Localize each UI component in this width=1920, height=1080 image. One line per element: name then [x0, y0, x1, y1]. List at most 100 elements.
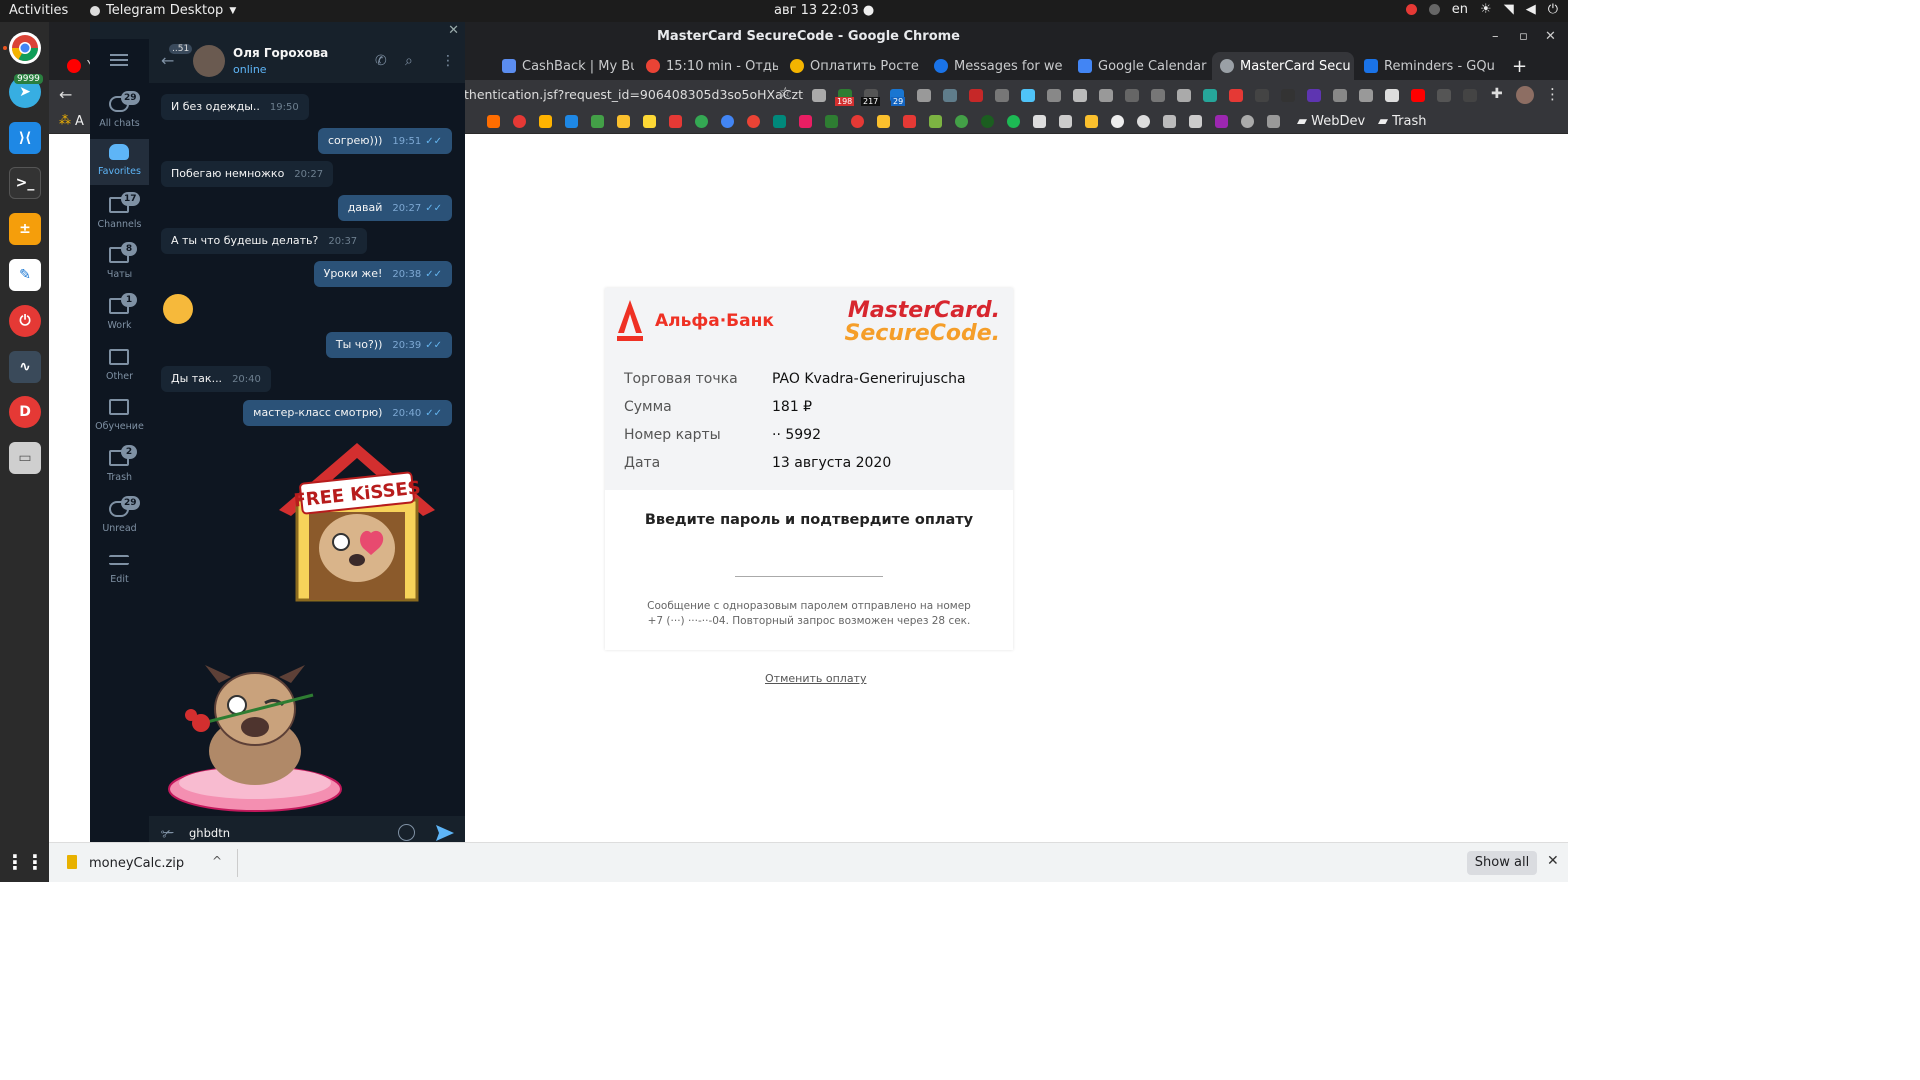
- volume-icon[interactable]: ◀: [1526, 2, 1536, 17]
- extension-icon[interactable]: [1307, 89, 1321, 102]
- folder-trash[interactable]: 2 Trash: [90, 445, 149, 495]
- send-icon[interactable]: [435, 823, 455, 843]
- bookmark-icon[interactable]: [773, 115, 786, 128]
- chrome-icon[interactable]: [9, 32, 41, 64]
- power-menu-icon[interactable]: ⏻: [1548, 2, 1558, 17]
- bookmark-icon[interactable]: [565, 115, 578, 128]
- free-kisses-sticker[interactable]: FREE KiSSES: [275, 438, 439, 603]
- maximize-icon[interactable]: ▫: [1519, 22, 1528, 52]
- emoji-icon[interactable]: [398, 824, 415, 841]
- updates-icon[interactable]: [1428, 4, 1440, 15]
- system-monitor-icon[interactable]: ∿: [9, 351, 41, 383]
- tab-reminders[interactable]: Reminders - GQu✕: [1356, 52, 1496, 80]
- message-incoming[interactable]: Ды так... 20:40: [161, 366, 271, 392]
- dbeaver-icon[interactable]: D: [9, 396, 41, 428]
- extension-icon[interactable]: [1229, 89, 1243, 102]
- terminal-icon[interactable]: >_: [9, 167, 41, 199]
- message-input[interactable]: ghbdtn: [189, 826, 230, 840]
- drive-icon[interactable]: [617, 115, 630, 128]
- bookmark-icon[interactable]: [877, 115, 890, 128]
- message-incoming[interactable]: И без одежды.. 19:50: [161, 94, 309, 120]
- chevron-up-icon[interactable]: ^: [212, 854, 222, 868]
- maps-icon[interactable]: [747, 115, 760, 128]
- avatar[interactable]: [193, 45, 225, 77]
- folder-work[interactable]: 1 Work: [90, 293, 149, 343]
- extension-icon[interactable]: [1073, 89, 1087, 102]
- spotify-icon[interactable]: [1007, 115, 1020, 128]
- folder-favorites[interactable]: Favorites: [90, 139, 149, 185]
- extension-icon[interactable]: [1047, 89, 1061, 102]
- show-apps-icon[interactable]: ⋮⋮: [5, 846, 45, 878]
- contact-name[interactable]: Оля Горохова: [233, 46, 328, 60]
- extension-icon[interactable]: [1281, 89, 1295, 102]
- message-outgoing[interactable]: мастер-класс смотрю) 20:40 ✓✓: [243, 400, 452, 426]
- clock[interactable]: авг 13 22:03 ●: [774, 3, 874, 18]
- calculator-icon[interactable]: ±: [9, 213, 41, 245]
- message-incoming[interactable]: Побегаю немножко 20:27: [161, 161, 334, 187]
- github-icon[interactable]: [1111, 115, 1124, 128]
- message-outgoing[interactable]: согрею))) 19:51 ✓✓: [317, 128, 452, 154]
- bookmark-icon[interactable]: [929, 115, 942, 128]
- apps-grid-icon[interactable]: ⁂: [59, 113, 71, 127]
- message-outgoing[interactable]: давай 20:27 ✓✓: [337, 195, 452, 221]
- minimize-icon[interactable]: –: [1492, 22, 1499, 52]
- pocket-bookmark-icon[interactable]: [669, 115, 682, 128]
- vscode-icon[interactable]: ⟩⟨: [9, 122, 41, 154]
- bookmark-icon[interactable]: [1085, 115, 1098, 128]
- bookmark-icon[interactable]: [1137, 115, 1150, 128]
- folder-unread[interactable]: 29 Unread: [90, 496, 149, 546]
- pocket-icon[interactable]: [812, 89, 826, 102]
- extension-icon[interactable]: [1151, 89, 1165, 102]
- power-icon[interactable]: ⏻: [9, 305, 41, 337]
- bookmark-icon[interactable]: [851, 115, 864, 128]
- close-icon[interactable]: ✕: [448, 23, 459, 38]
- maps-icon[interactable]: [721, 115, 734, 128]
- star-icon[interactable]: ☆: [779, 85, 792, 101]
- bookmark-icon[interactable]: [1241, 115, 1254, 128]
- tab-timer[interactable]: 15:10 min - Отды✕: [638, 52, 778, 80]
- chrome-menu-icon[interactable]: ⋮: [1545, 85, 1560, 103]
- password-input[interactable]: [735, 576, 883, 577]
- bookmark-icon[interactable]: [955, 115, 968, 128]
- maps-icon[interactable]: [695, 115, 708, 128]
- more-menu-icon[interactable]: ⋮: [441, 53, 455, 69]
- hamburger-menu-icon[interactable]: [110, 54, 128, 66]
- app-menu[interactable]: Telegram Desktop ▼: [90, 3, 236, 18]
- extension-icon[interactable]: [1385, 89, 1399, 102]
- bookmark-icon[interactable]: [513, 115, 526, 128]
- cancel-payment-link[interactable]: Отменить оплату: [765, 672, 866, 685]
- extension-icon[interactable]: [1203, 89, 1217, 102]
- search-icon[interactable]: ⌕: [405, 53, 413, 69]
- files-icon[interactable]: ▭: [9, 442, 41, 474]
- brightness-icon[interactable]: ☀: [1480, 2, 1492, 17]
- extension-icon[interactable]: [995, 89, 1009, 102]
- cloud-icon[interactable]: [1099, 89, 1113, 102]
- youtube-ext-icon[interactable]: [1411, 89, 1425, 102]
- bookmark-apps-label[interactable]: A: [75, 114, 84, 129]
- extension-icon[interactable]: [1359, 89, 1373, 102]
- tab-cashback[interactable]: CashBack | My Bu✕: [494, 52, 634, 80]
- extension-icon[interactable]: [943, 89, 957, 102]
- text-editor-icon[interactable]: ✎: [9, 259, 41, 291]
- bookmark-icon[interactable]: [1059, 115, 1072, 128]
- mail-icon[interactable]: [917, 89, 931, 102]
- profile-avatar[interactable]: [1516, 86, 1534, 104]
- extension-icon[interactable]: [1255, 89, 1269, 102]
- tab-messages[interactable]: Messages for we✕: [926, 52, 1066, 80]
- extension-icon[interactable]: [1437, 89, 1451, 102]
- bookmark-icon[interactable]: [539, 115, 552, 128]
- language-indicator[interactable]: en: [1452, 2, 1468, 17]
- extension-icon[interactable]: [969, 89, 983, 102]
- show-all-button[interactable]: Show all: [1467, 851, 1537, 875]
- folder-all-chats[interactable]: 29 All chats: [90, 91, 149, 141]
- record-icon[interactable]: [1405, 4, 1417, 15]
- folder-learning[interactable]: Обучение: [90, 394, 149, 444]
- bookmark-icon[interactable]: [799, 115, 812, 128]
- tab-payment[interactable]: Оплатить Росте✕: [782, 52, 922, 80]
- message-outgoing[interactable]: Ты чо?)) 20:39 ✓✓: [325, 332, 452, 358]
- extension-icon[interactable]: [1463, 89, 1477, 102]
- bookmark-folder-trash[interactable]: ▰ Trash: [1378, 114, 1427, 129]
- bookmark-icon[interactable]: [591, 115, 604, 128]
- bookmark-icon[interactable]: [1267, 115, 1280, 128]
- message-outgoing[interactable]: Уроки же! 20:38 ✓✓: [313, 261, 452, 287]
